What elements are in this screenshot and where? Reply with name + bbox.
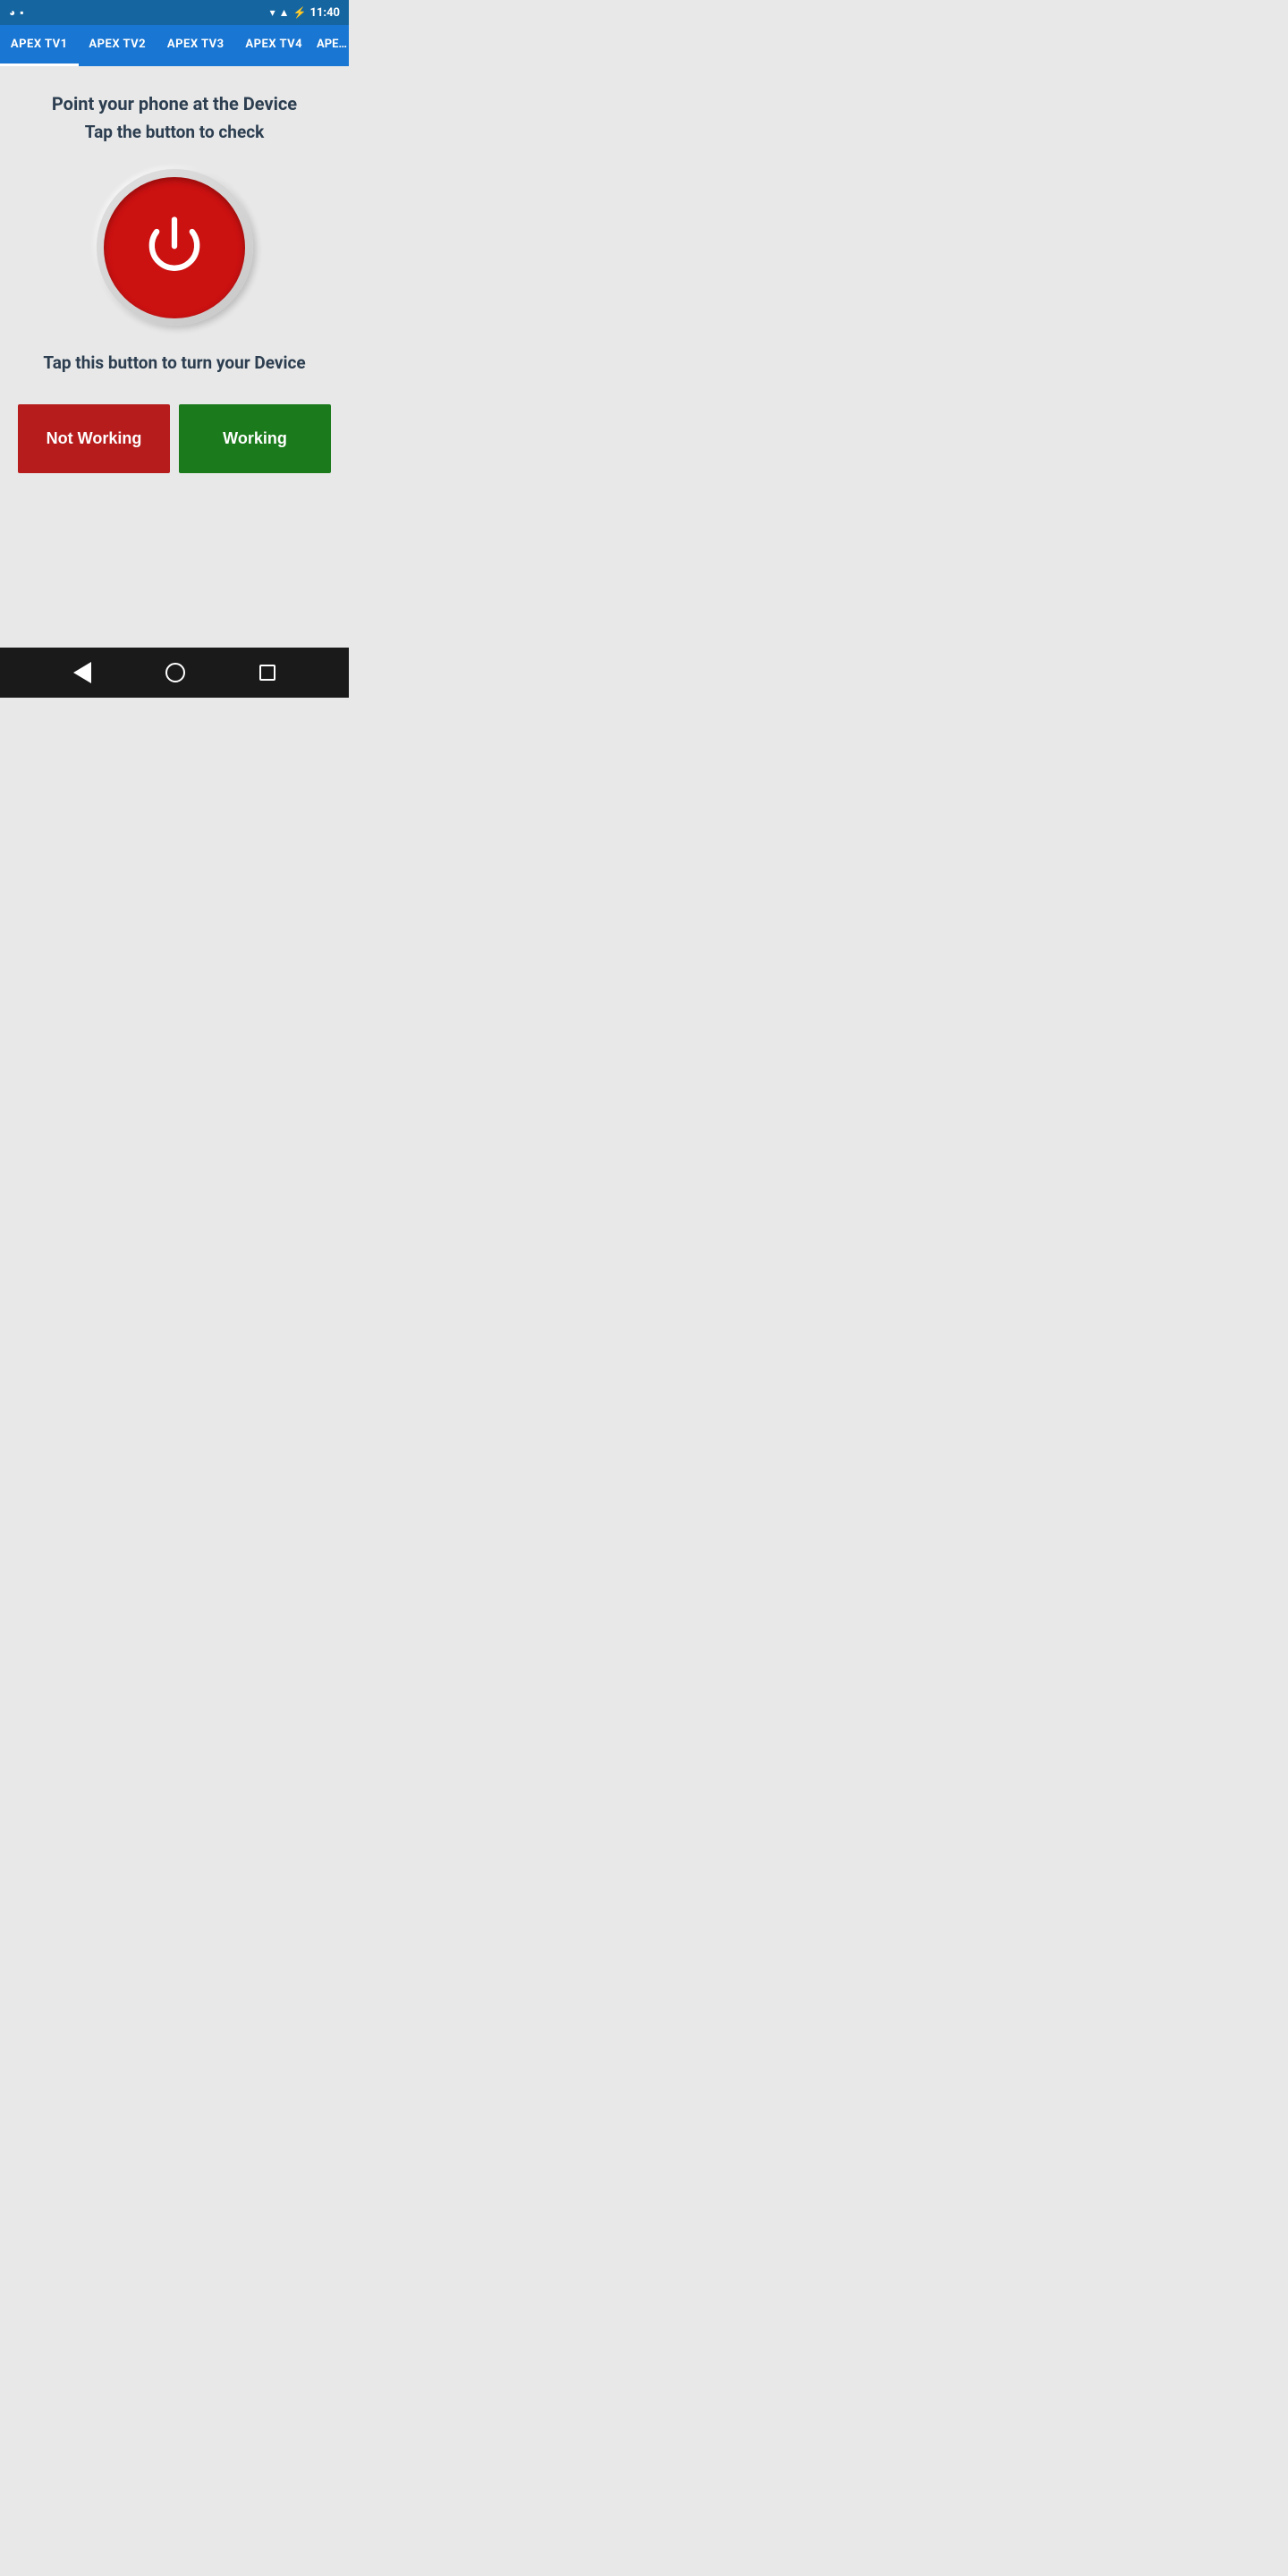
back-icon [73, 662, 91, 683]
status-right-icons: ▾ ▲ ⚡ 11:40 [270, 6, 340, 20]
instruction-title: Point your phone at the Device [52, 93, 297, 114]
tab-apex-tv3[interactable]: APEX TV3 [157, 25, 235, 66]
status-buttons: Not Working Working [18, 404, 331, 473]
time-display: 11:40 [310, 6, 341, 20]
turn-on-text: Tap this button to turn your Device [43, 352, 305, 373]
status-left-icons: ◕ ▪ [9, 6, 24, 19]
tab-bar: APEX TV1 APEX TV2 APEX TV3 APEX TV4 APE… [0, 25, 349, 66]
instruction-sub: Tap the button to check [85, 122, 265, 142]
recent-icon [259, 665, 275, 681]
wifi-icon: ▾ [270, 6, 275, 19]
status-bar: ◕ ▪ ▾ ▲ ⚡ 11:40 [0, 0, 349, 25]
power-icon [134, 208, 215, 288]
working-button[interactable]: Working [179, 404, 331, 473]
power-button[interactable] [97, 169, 253, 326]
tab-apex-tv4[interactable]: APEX TV4 [235, 25, 314, 66]
signal-icon: ◕ [9, 6, 15, 19]
nav-bar [0, 648, 349, 698]
nav-home-button[interactable] [165, 663, 185, 682]
signal-bars-icon: ▲ [279, 6, 290, 19]
tab-apex-tv1[interactable]: APEX TV1 [0, 25, 79, 66]
battery-icon: ⚡ [293, 6, 307, 19]
tab-apex-more[interactable]: APE… [313, 25, 349, 66]
power-circle [104, 177, 245, 318]
not-working-button[interactable]: Not Working [18, 404, 170, 473]
nav-recent-button[interactable] [259, 665, 275, 681]
main-content: Point your phone at the Device Tap the b… [0, 66, 349, 648]
tab-apex-tv2[interactable]: APEX TV2 [79, 25, 157, 66]
nav-back-button[interactable] [73, 662, 91, 683]
home-icon [165, 663, 185, 682]
sd-card-icon: ▪ [20, 6, 23, 19]
